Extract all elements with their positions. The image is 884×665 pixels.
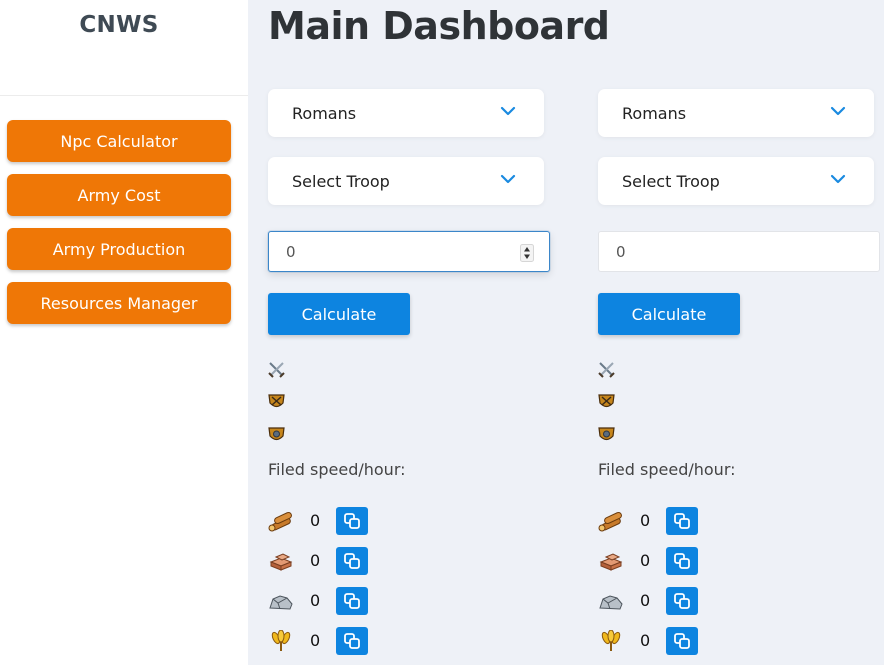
clay-value: 0 bbox=[640, 551, 651, 570]
nav-army-production-button[interactable]: Army Production bbox=[7, 228, 231, 270]
calculate-button[interactable]: Calculate bbox=[268, 293, 410, 335]
chevron-down-icon bbox=[500, 106, 516, 116]
chevron-down-icon bbox=[830, 174, 846, 184]
tribe-select[interactable]: Romans bbox=[268, 89, 544, 137]
copy-iron-button[interactable] bbox=[336, 587, 368, 615]
field-speed-label: Filed speed/hour: bbox=[268, 460, 406, 479]
copy-wood-button[interactable] bbox=[336, 507, 368, 535]
calculator-column-right: Romans Select Troop 0 Calculate Filed sp… bbox=[598, 0, 880, 665]
calculate-button[interactable]: Calculate bbox=[598, 293, 740, 335]
resource-row-crop: 0 bbox=[598, 627, 708, 655]
copy-iron-button[interactable] bbox=[666, 587, 698, 615]
field-speed-label: Filed speed/hour: bbox=[598, 460, 736, 479]
iron-icon bbox=[269, 595, 293, 610]
resource-row-crop: 0 bbox=[268, 627, 378, 655]
troop-select-value: Select Troop bbox=[292, 171, 390, 191]
shield-cavalry-icon bbox=[268, 427, 285, 441]
tribe-select-value: Romans bbox=[292, 103, 357, 123]
troop-quantity-value: 0 bbox=[286, 242, 296, 261]
nav-army-cost-button[interactable]: Army Cost bbox=[7, 174, 231, 216]
calculator-column-left: Romans Select Troop 0 Calculate Filed sp… bbox=[268, 0, 550, 665]
brand-logo: CNWS bbox=[79, 12, 159, 38]
copy-icon bbox=[674, 553, 690, 569]
tribe-select[interactable]: Romans bbox=[598, 89, 874, 137]
copy-wood-button[interactable] bbox=[666, 507, 698, 535]
copy-icon bbox=[344, 553, 360, 569]
clay-icon bbox=[269, 553, 293, 571]
chevron-down-icon bbox=[500, 174, 516, 184]
wood-icon bbox=[598, 511, 622, 532]
iron-value: 0 bbox=[640, 591, 651, 610]
shield-cavalry-icon bbox=[598, 427, 615, 441]
copy-crop-button[interactable] bbox=[336, 627, 368, 655]
copy-clay-button[interactable] bbox=[666, 547, 698, 575]
crossed-swords-icon bbox=[268, 362, 285, 378]
clay-icon bbox=[599, 553, 623, 571]
copy-icon bbox=[344, 593, 360, 609]
resource-row-iron: 0 bbox=[598, 587, 708, 615]
iron-value: 0 bbox=[310, 591, 321, 610]
troop-select[interactable]: Select Troop bbox=[268, 157, 544, 205]
copy-icon bbox=[674, 633, 690, 649]
wood-value: 0 bbox=[640, 511, 651, 530]
resource-row-iron: 0 bbox=[268, 587, 378, 615]
number-spinner-icon[interactable] bbox=[520, 244, 534, 262]
nav-npc-calculator-button[interactable]: Npc Calculator bbox=[7, 120, 231, 162]
crossed-swords-icon bbox=[598, 362, 615, 378]
shield-infantry-icon bbox=[598, 394, 615, 408]
sidebar: CNWS Npc Calculator Army Cost Army Produ… bbox=[0, 0, 248, 665]
resource-row-wood: 0 bbox=[598, 507, 708, 535]
shield-infantry-icon bbox=[268, 394, 285, 408]
crop-icon bbox=[271, 630, 291, 651]
resource-row-wood: 0 bbox=[268, 507, 378, 535]
troop-quantity-input[interactable]: 0 bbox=[268, 231, 550, 272]
troop-quantity-value: 0 bbox=[616, 242, 626, 261]
troop-select[interactable]: Select Troop bbox=[598, 157, 874, 205]
troop-quantity-input[interactable]: 0 bbox=[598, 231, 880, 272]
copy-crop-button[interactable] bbox=[666, 627, 698, 655]
wood-icon bbox=[268, 511, 292, 532]
iron-icon bbox=[599, 595, 623, 610]
clay-value: 0 bbox=[310, 551, 321, 570]
troop-select-value: Select Troop bbox=[622, 171, 720, 191]
resource-row-clay: 0 bbox=[598, 547, 708, 575]
crop-icon bbox=[601, 630, 621, 651]
chevron-down-icon bbox=[830, 106, 846, 116]
crop-value: 0 bbox=[310, 631, 321, 650]
copy-icon bbox=[674, 593, 690, 609]
crop-value: 0 bbox=[640, 631, 651, 650]
copy-icon bbox=[344, 513, 360, 529]
copy-icon bbox=[674, 513, 690, 529]
resource-row-clay: 0 bbox=[268, 547, 378, 575]
nav-resources-manager-button[interactable]: Resources Manager bbox=[7, 282, 231, 324]
sidebar-divider bbox=[0, 95, 248, 96]
tribe-select-value: Romans bbox=[622, 103, 687, 123]
copy-icon bbox=[344, 633, 360, 649]
copy-clay-button[interactable] bbox=[336, 547, 368, 575]
wood-value: 0 bbox=[310, 511, 321, 530]
